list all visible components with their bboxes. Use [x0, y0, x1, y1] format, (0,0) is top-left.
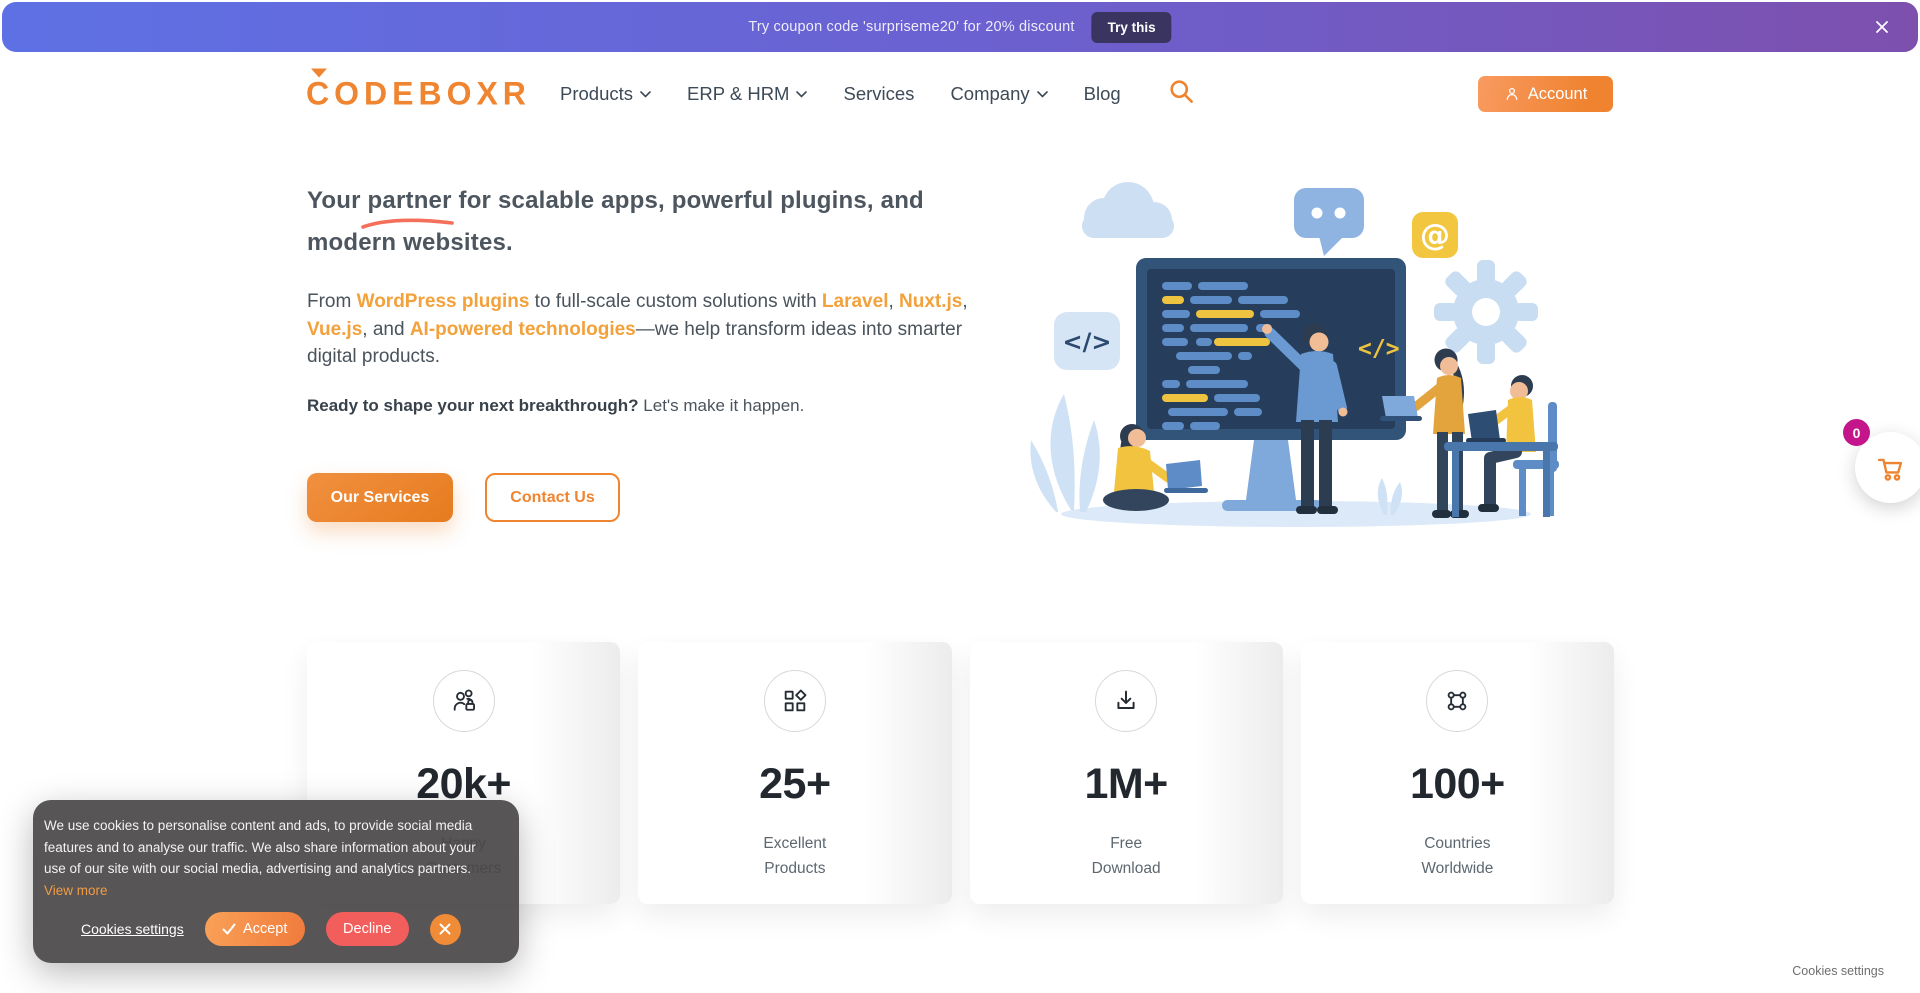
hero-cta-line: Ready to shape your next breakthrough? L… — [307, 396, 804, 416]
stat-value: 25+ — [638, 760, 951, 809]
nav-item-services[interactable]: Services — [843, 83, 914, 105]
stat-card-products: 25+ Excellent Products — [638, 642, 951, 904]
cookie-message: We use cookies to personalise content an… — [44, 815, 499, 901]
cookie-message-text: We use cookies to personalise content an… — [44, 818, 476, 876]
laravel-link[interactable]: Laravel — [822, 291, 889, 312]
paragraph-text: to full-scale custom solutions with — [529, 291, 822, 312]
nav-label: ERP & HRM — [687, 83, 789, 105]
stat-label: Free Download — [970, 831, 1283, 881]
contact-us-button[interactable]: Contact Us — [485, 473, 620, 522]
chevron-down-icon — [1037, 91, 1048, 98]
nav-item-company[interactable]: Company — [950, 83, 1047, 105]
account-label: Account — [1528, 85, 1588, 104]
download-icon — [1095, 670, 1157, 732]
logo[interactable]: CODEBOXR — [306, 76, 531, 113]
navbar: CODEBOXR Products ERP & HRM Services Com… — [0, 52, 1920, 136]
vector-square-icon — [1426, 670, 1488, 732]
paragraph-text: , — [962, 291, 967, 312]
nav-label: Services — [843, 83, 914, 105]
search-icon[interactable] — [1168, 78, 1195, 110]
code-badge-icon: </> — [1054, 312, 1120, 370]
stat-label: Countries Worldwide — [1301, 831, 1614, 881]
cookie-consent-popup: We use cookies to personalise content an… — [33, 800, 519, 963]
cta-bold-text: Ready to shape your next breakthrough? — [307, 396, 639, 415]
cloud-icon — [1082, 182, 1174, 238]
person-icon — [1504, 86, 1520, 102]
our-services-button[interactable]: Our Services — [307, 473, 453, 522]
cart-count-badge: 0 — [1843, 419, 1870, 446]
paragraph-text: , — [888, 291, 899, 312]
page: Try coupon code 'surpriseme20' for 20% d… — [0, 0, 1920, 993]
stat-card-countries: 100+ Countries Worldwide — [1301, 642, 1614, 904]
stat-card-downloads: 1M+ Free Download — [970, 642, 1283, 904]
hero-buttons: Our Services Contact Us — [307, 473, 620, 522]
stat-label: Excellent Products — [638, 831, 951, 881]
promo-banner: Try coupon code 'surpriseme20' for 20% d… — [2, 2, 1918, 52]
close-cookie-icon[interactable] — [430, 914, 461, 945]
nav-item-blog[interactable]: Blog — [1084, 83, 1121, 105]
check-icon — [222, 922, 236, 936]
cookie-actions: Cookies settings Accept Decline — [81, 911, 499, 947]
main-menu: Products ERP & HRM Services Company Blog — [560, 52, 1121, 136]
logo-caret-icon — [311, 69, 327, 78]
gear-icon — [1434, 260, 1538, 364]
cart-icon — [1876, 453, 1906, 483]
users-lock-icon — [433, 670, 495, 732]
promo-text: Try coupon code 'surpriseme20' for 20% d… — [748, 19, 1074, 35]
accept-label: Accept — [243, 921, 287, 937]
hero-paragraph: From WordPress plugins to full-scale cus… — [307, 288, 977, 371]
chevron-down-icon — [640, 91, 651, 98]
nav-item-products[interactable]: Products — [560, 83, 651, 105]
decline-cookies-button[interactable]: Decline — [326, 912, 409, 946]
nuxtjs-link[interactable]: Nuxt.js — [899, 291, 962, 312]
heading-underline-swoosh — [360, 215, 455, 231]
cart-widget: 0 — [1843, 419, 1920, 509]
svg-text:@: @ — [1420, 218, 1450, 253]
paragraph-text: , and — [362, 319, 410, 340]
stat-value: 1M+ — [970, 760, 1283, 809]
logo-text: CODEBOXR — [306, 76, 531, 112]
at-sign-icon: @ — [1412, 212, 1458, 258]
nav-label: Products — [560, 83, 633, 105]
view-more-link[interactable]: View more — [44, 883, 108, 898]
promo-try-button[interactable]: Try this — [1092, 12, 1172, 43]
cookies-settings-link[interactable]: Cookies settings — [81, 921, 184, 937]
chat-bubble-icon — [1294, 188, 1364, 256]
accept-cookies-button[interactable]: Accept — [205, 912, 305, 946]
corner-cookies-settings-link[interactable]: Cookies settings — [1792, 964, 1884, 978]
nav-item-erp-hrm[interactable]: ERP & HRM — [687, 83, 807, 105]
wordpress-plugins-link[interactable]: WordPress plugins — [357, 291, 530, 312]
cta-rest-text: Let's make it happen. — [639, 396, 805, 415]
nav-label: Company — [950, 83, 1029, 105]
chevron-down-icon — [796, 91, 807, 98]
account-button[interactable]: Account — [1478, 76, 1613, 112]
ai-technologies-link[interactable]: AI-powered technologies — [410, 319, 636, 340]
paragraph-text: From — [307, 291, 357, 312]
products-grid-icon — [764, 670, 826, 732]
nav-label: Blog — [1084, 83, 1121, 105]
hero-illustration: @ </> — [1016, 170, 1568, 528]
vuejs-link[interactable]: Vue.js — [307, 319, 362, 340]
svg-text:</>: </> — [1063, 328, 1112, 356]
stat-value: 100+ — [1301, 760, 1614, 809]
svg-text:</>: </> — [1358, 336, 1400, 362]
banner-close-icon[interactable] — [1872, 17, 1892, 37]
